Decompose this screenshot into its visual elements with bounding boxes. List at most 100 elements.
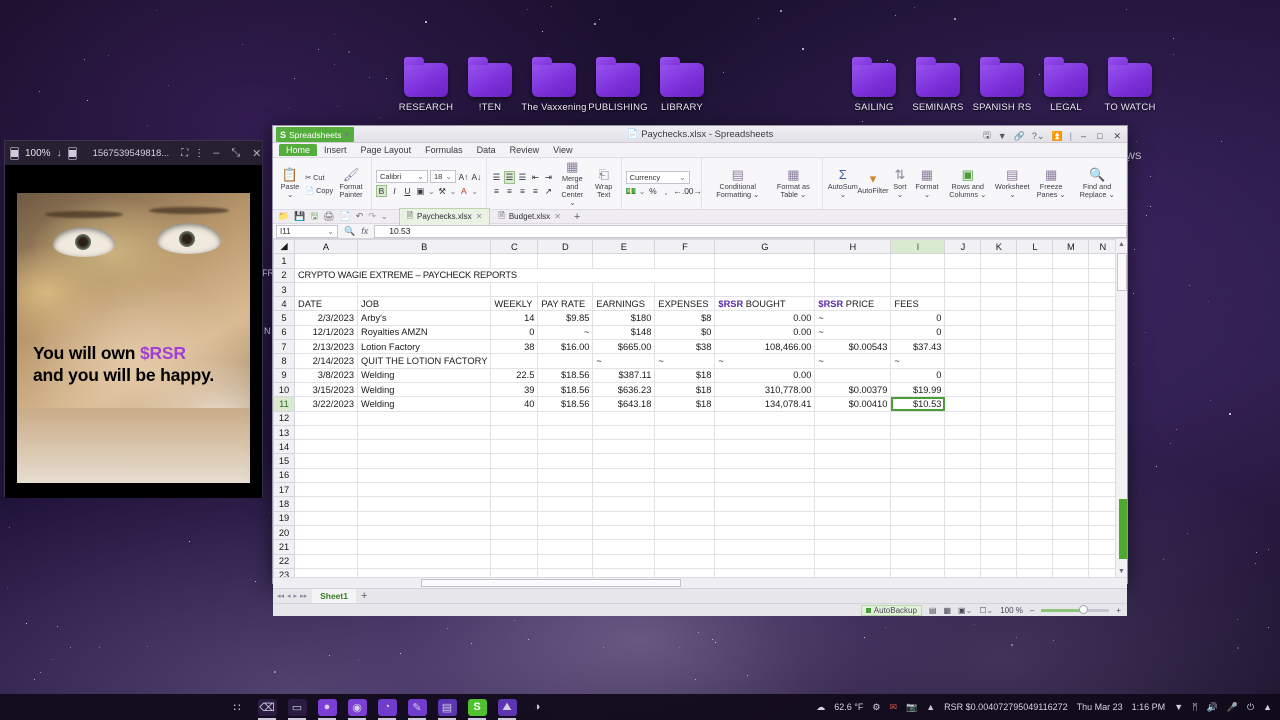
cell-M7[interactable] [1052,339,1090,355]
cell-J12[interactable] [944,410,982,426]
cell-I1[interactable] [890,253,946,269]
cell-D13[interactable] [537,424,594,441]
cell-M21[interactable] [1052,539,1090,555]
cell-G13[interactable] [714,424,816,441]
cell-D14[interactable] [537,439,594,455]
cell-J10[interactable] [944,381,982,398]
close-tab-icon[interactable]: ✕ [554,212,561,221]
cell-M12[interactable] [1052,410,1090,426]
taskbar-app-notes[interactable]: ✎ [402,694,432,720]
prev-sheet-icon[interactable]: ◂ [287,592,291,600]
cell-D23[interactable] [537,567,594,577]
cell-I10[interactable]: $19.99 [890,381,946,398]
cell-A14[interactable] [294,439,358,455]
cell-M19[interactable] [1052,510,1090,526]
close-button[interactable]: ✕ [249,147,264,160]
cell-J23[interactable] [944,567,982,577]
cell-E3[interactable] [592,281,656,298]
cell-B9[interactable]: Welding [356,367,492,383]
power-icon[interactable]: ⏻ [1247,702,1254,713]
first-sheet-icon[interactable]: ◂◂ [277,592,284,600]
table-row[interactable]: 5 2/3/2023 Arby's 14 $9.85 $180 $8 0.00 ~0 [273,310,1118,326]
cell-L5[interactable] [1016,310,1054,326]
bluetooth-icon[interactable]: ᛗ [1192,702,1197,712]
table-row[interactable]: 1 [273,253,1118,269]
cell-M3[interactable] [1052,281,1090,298]
cell-I18[interactable] [890,496,946,512]
cell-G7[interactable]: 108,466.00 [714,339,816,355]
find-and-replace-button[interactable]: 🔍 Find and Replace ⌄ [1072,168,1122,199]
cell-L15[interactable] [1016,453,1054,469]
row-header-20[interactable]: 20 [273,524,295,541]
cell-J22[interactable] [944,553,982,569]
cell-G22[interactable] [714,553,816,569]
cell-E22[interactable] [592,553,656,569]
percent-format-button[interactable]: % [647,186,658,196]
taskbar-app-discord[interactable]: ◔ [372,694,402,720]
table-column-header[interactable]: WEEKLY [490,296,539,312]
cell-G16[interactable] [714,467,816,484]
cell-G11[interactable]: 134,078.41 [714,396,816,412]
cell-H8[interactable]: ~ [814,353,892,369]
cell-K21[interactable] [980,539,1018,555]
cell-H14[interactable] [814,439,892,455]
sheet-tab-sheet1[interactable]: Sheet1 [312,589,356,603]
cell-J15[interactable] [944,453,982,469]
last-sheet-icon[interactable]: ▸▸ [300,592,307,600]
cell-D8[interactable] [537,353,594,369]
format-button[interactable]: ▦ Format ⌄ [913,168,941,199]
cell-N9[interactable] [1088,367,1118,383]
microphone-icon[interactable]: 🎤 [1227,702,1238,713]
zoom-in-button[interactable]: + [1116,606,1121,615]
tray-expand-icon[interactable]: ▲ [1263,702,1272,712]
decrease-indent-button[interactable]: ⇤ [530,172,541,183]
taskbar-app-file-manager[interactable]: ▭ [282,694,312,720]
taskbar-app-firefox[interactable]: ● [312,694,342,720]
cell-E16[interactable] [592,467,656,484]
cell-B19[interactable] [356,510,492,526]
cell-L6[interactable] [1016,324,1054,341]
cell-I20[interactable] [890,524,946,541]
cell-N19[interactable] [1088,510,1118,526]
open-icon[interactable]: 📁 [278,211,289,222]
cell-F16[interactable] [654,467,716,484]
cell-M15[interactable] [1052,453,1090,469]
cell-C16[interactable] [490,467,539,484]
cell-N2[interactable] [1088,267,1118,283]
table-column-header[interactable]: EXPENSES [654,296,716,312]
cell-E23[interactable] [592,567,656,577]
zoom-slider[interactable] [1041,605,1110,614]
cell-K3[interactable] [980,281,1018,298]
cell-E11[interactable]: $643.18 [592,396,656,412]
cell-G8[interactable]: ~ [714,353,816,369]
cell-B10[interactable]: Welding [356,381,492,398]
cell-C9[interactable]: 22.5 [490,367,539,383]
fullscreen-icon[interactable]: ⛶ [181,148,188,159]
cell-A8[interactable]: 2/14/2023 [294,353,358,369]
cell-I19[interactable] [890,510,946,526]
cell-F1[interactable] [654,253,716,269]
grid-area[interactable]: ◢ A B C D E F G H I J K L M N 1 2 CRYPTO WAGIE EXTREME – … [273,239,1127,577]
cell-M2[interactable] [1052,267,1090,283]
table-row[interactable]: 21 [273,539,1118,555]
table-row[interactable]: 13 [273,424,1118,441]
table-row[interactable]: 12 [273,410,1118,426]
redo-icon[interactable]: ↷ [368,211,376,222]
cell-N20[interactable] [1088,524,1118,541]
ribbon-toggle-icon[interactable]: ⏫ [1051,131,1062,142]
menu-bar[interactable]: Home Insert Page Layout Formulas Data Review V… [273,143,1127,158]
cell-N12[interactable] [1088,410,1118,426]
merge-and-center-button[interactable]: ▦ Merge and Center ⌄ [554,160,591,207]
app-menu-chevron-icon[interactable]: ▾ [344,130,348,139]
maximize-button[interactable]: □ [1095,131,1104,141]
column-header-M[interactable]: M [1052,239,1090,255]
minimize-button[interactable]: – [1079,131,1088,141]
row-header-23[interactable]: 23 [273,567,295,577]
menu-item-review[interactable]: Review [503,144,547,156]
cell-A3[interactable] [294,281,358,298]
row-header-7[interactable]: 7 [273,339,295,355]
column-header-G[interactable]: G [714,239,816,255]
row-header-21[interactable]: 21 [273,539,295,555]
cell-K11[interactable] [980,396,1018,412]
row-header-6[interactable]: 6 [273,324,295,341]
